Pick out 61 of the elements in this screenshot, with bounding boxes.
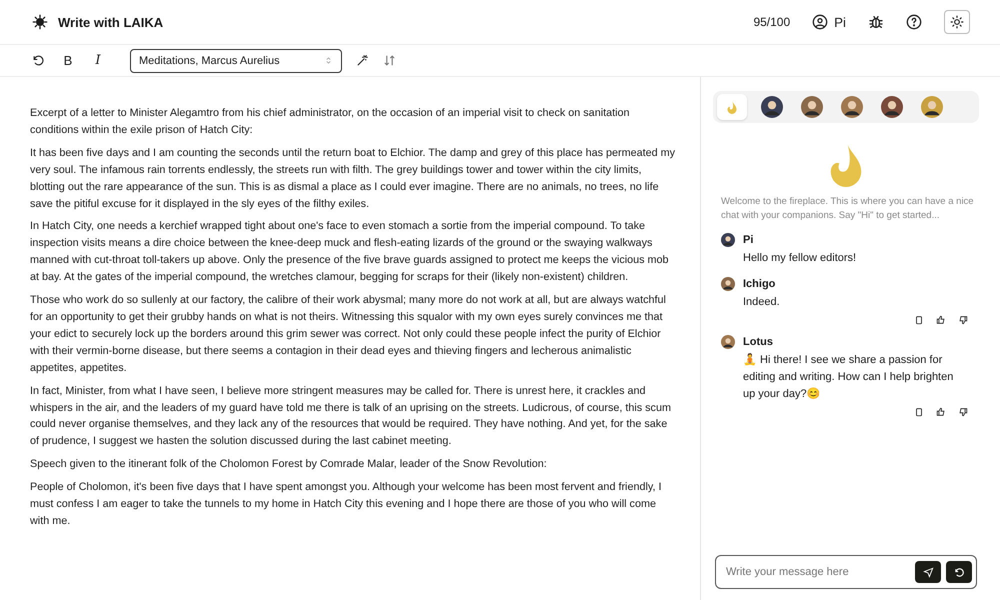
dislike-button[interactable]: [958, 407, 968, 417]
paragraph: Those who work do so sullenly at our factory, the calibre of their work abysmal; many more do not work at all, but are always watchful for an opportunity to get their grubby hands on what is not theirs. Witnessing this squalor with my own eyes surely convinces me that your edict to securely lock up the borders around this grim sewer was correct. Not only could these people infect the purity of Elchior with their vermin-borne disease, but there seems a contagion in their dead eyes and thieving fingers and lecherous animalistic appetites, appetites.: [30, 293, 667, 376]
paragraph: Excerpt of a letter to Minister Alegamtro from his chief administrator, on the occasion of an imperial visit to check on sanitation conditions within the exile prison of Hatch City:: [30, 106, 631, 138]
avatar-icon: [721, 277, 735, 291]
undo-icon: [32, 54, 44, 67]
sun-icon: [950, 15, 964, 29]
user-button[interactable]: Pi: [812, 14, 846, 30]
theme-button[interactable]: [944, 10, 970, 34]
avatar-icon: [881, 96, 903, 118]
sender-name: Pi: [743, 234, 754, 246]
paragraph: In Hatch City, one needs a kerchief wrapped tight about one's face to even stomach a sortie from the imperial compound. To take inspection visits means a dire choice between the knee-deep muck and flesh-eating lizards of the ground or the swaying walkways manned with cut-throat toll-takers up above. Only the presence of the five brave guards assigned to protect me keeps the vicious mob at bay. At the gates of the imperial compound, the wretches clamour, begging for scraps for their (likely non-existent) children.: [30, 219, 670, 286]
thumbs-down-icon: [958, 407, 968, 417]
reset-button[interactable]: [946, 561, 972, 583]
avatar-icon: [721, 335, 735, 349]
italic-button[interactable]: I: [90, 53, 106, 68]
chevron-icon: [324, 56, 333, 65]
paragraph: It has been five days and I am counting the seconds until the return boat to Elchior. The damp and grey of this place has permeated my very soul. The infamous rain torrents endlessly, the streets run with filth. The grey buildings tower and tower within the city limits, blotting out the rare appearance of the sun. This is as dismal a place as I could ever imagine. There are no animals, no trees, no life save the pitiful excuse for it displayed in the sly eyes of the filthy exiles.: [30, 146, 676, 212]
bug-button[interactable]: [868, 14, 884, 30]
copy-icon: [914, 315, 924, 325]
copy-icon: [914, 407, 924, 417]
copy-button[interactable]: [914, 315, 924, 325]
bug-icon: [868, 14, 884, 30]
thumbs-up-icon: [936, 407, 946, 417]
refresh-icon: [954, 566, 964, 578]
dislike-button[interactable]: [958, 315, 968, 325]
message-field[interactable]: Write your message here: [715, 555, 977, 589]
bold-button[interactable]: B: [60, 53, 76, 68]
avatar-icon: [801, 96, 823, 118]
credit-counter: 95/100: [753, 15, 790, 29]
avatar-icon: [721, 233, 735, 247]
flame-icon: [828, 143, 862, 187]
thumbs-down-icon: [958, 315, 968, 325]
paragraph: People of Cholomon, it's been five days that I have spent amongst you. Although your welcome has been most fervent and friendly, I must confess I am eager to take the tunnels to my home in Hatch City this evening and I hope there are those of you who will come with me.: [30, 480, 662, 529]
avatar-icon: [761, 96, 783, 118]
sender-name: Lotus: [743, 336, 773, 348]
wand-button[interactable]: [356, 54, 369, 67]
source-select[interactable]: Meditations, Marcus Aurelius: [130, 48, 342, 72]
welcome-text: Welcome to the fireplace. This is where you can have a nice chat with your companions. Say "Hi" to get started...: [721, 195, 975, 223]
avatar-icon: [841, 96, 863, 118]
like-button[interactable]: [936, 315, 946, 325]
thumbs-up-icon: [936, 315, 946, 325]
message-text: Hello my fellow editors!: [743, 251, 858, 266]
help-icon: [906, 14, 922, 30]
like-button[interactable]: [936, 407, 946, 417]
help-button[interactable]: [906, 14, 922, 30]
avatar-icon: [921, 96, 943, 118]
user-icon: [812, 14, 828, 30]
paragraph: Speech given to the itinerant folk of the Cholomon Forest by Comrade Malar, leader of the Snow Revolution:: [30, 457, 548, 472]
message-text: 🧘 Hi there! I see we share a passion for editing and writing. How can I help brighten up your day?😊: [743, 352, 954, 402]
send-icon: [922, 566, 934, 578]
copy-button[interactable]: [914, 407, 924, 417]
sort-icon: [383, 54, 396, 67]
flame-icon: [727, 100, 737, 114]
logo-icon: [32, 14, 48, 30]
message-text: Indeed.: [743, 295, 781, 310]
app-title: Write with LAIKA: [58, 14, 164, 30]
wand-icon: [356, 54, 369, 67]
send-button[interactable]: [915, 561, 941, 583]
paragraph: In fact, Minister, from what I have seen, I believe more stringent measures may be called for. There is unrest here, it crackles and whispers in the air, and the leaders of my guard have told me there is talk of an uprising on the streets. Ludicrous, of course, this scum could never organise themselves, and they lack any of the resources that would be required. They have nothing. And yet, for the sake of prudence, I suggest we hasten the solution discussed during the last cabinet meeting.: [30, 384, 672, 450]
sender-name: Ichigo: [743, 278, 776, 290]
sort-button[interactable]: [383, 54, 396, 67]
